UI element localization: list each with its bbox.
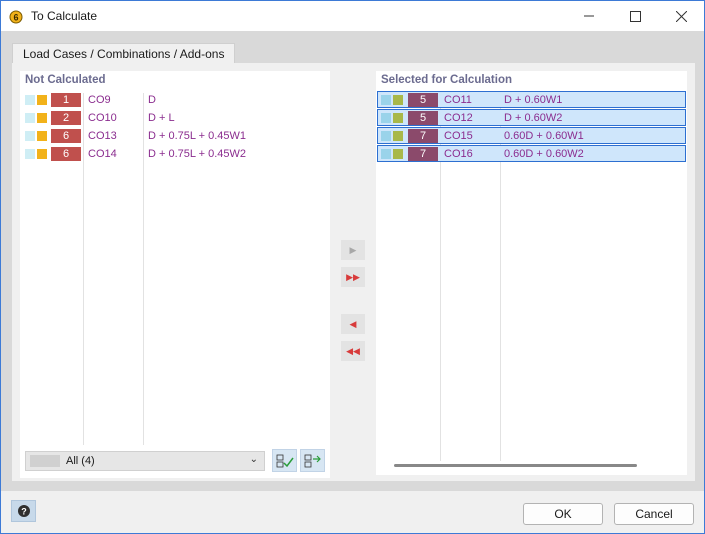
item-formula: 0.60D + 0.60W2 <box>504 148 584 160</box>
item-formula: D <box>148 94 156 106</box>
status-swatch <box>393 95 403 105</box>
tab-load-cases[interactable]: Load Cases / Combinations / Add-ons <box>12 43 236 64</box>
list-item[interactable]: 7 CO15 0.60D + 0.60W1 <box>377 127 686 144</box>
close-button[interactable] <box>658 1 704 31</box>
horizontal-scrollbar[interactable] <box>394 464 637 467</box>
title-bar: 6 To Calculate <box>1 1 704 31</box>
help-icon: ? <box>17 505 30 517</box>
item-formula: D + 0.60W2 <box>504 112 563 124</box>
type-swatch <box>381 131 391 141</box>
item-name: CO16 <box>444 148 473 160</box>
not-calculated-title: Not Calculated <box>25 74 106 86</box>
to-calculate-dialog: 6 To Calculate Load Cases / Combinations… <box>0 0 705 534</box>
item-formula: D + 0.75L + 0.45W2 <box>148 148 247 160</box>
item-name: CO11 <box>444 94 472 106</box>
status-swatch <box>393 113 403 123</box>
status-swatch <box>37 95 47 105</box>
item-name: CO12 <box>444 112 473 124</box>
type-swatch <box>381 113 391 123</box>
item-number: 7 <box>408 147 438 161</box>
maximize-button[interactable] <box>612 1 658 31</box>
status-swatch <box>37 131 47 141</box>
type-swatch <box>381 149 391 159</box>
item-number: 5 <box>408 93 438 107</box>
tab-page: Not Calculated 1 CO9 D 2 CO10 D + L 6 CO… <box>12 63 695 481</box>
selected-for-calculation-panel: Selected for Calculation 5 CO11 D + 0.60… <box>376 71 687 475</box>
item-number: 1 <box>51 93 81 107</box>
list-item[interactable]: 2 CO10 D + L <box>20 110 330 127</box>
svg-text:6: 6 <box>13 13 18 23</box>
item-formula: D + L <box>148 112 175 124</box>
filter-swatch <box>30 455 60 467</box>
list-item[interactable]: 7 CO16 0.60D + 0.60W2 <box>377 145 686 162</box>
item-number: 5 <box>408 111 438 125</box>
app-icon: 6 <box>9 10 23 24</box>
list-item[interactable]: 6 CO14 D + 0.75L + 0.45W2 <box>20 146 330 163</box>
minimize-button[interactable] <box>566 1 612 31</box>
item-formula: D + 0.75L + 0.45W1 <box>148 130 247 142</box>
item-name: CO15 <box>444 130 473 142</box>
item-formula: 0.60D + 0.60W1 <box>504 130 584 142</box>
remove-button[interactable]: ◀ <box>341 314 365 334</box>
item-formula: D + 0.60W1 <box>504 94 563 106</box>
type-swatch <box>25 131 35 141</box>
item-name: CO14 <box>88 148 117 160</box>
type-swatch <box>381 95 391 105</box>
cancel-button[interactable]: Cancel <box>614 503 694 525</box>
item-name: CO9 <box>88 94 111 106</box>
minimize-icon <box>584 15 594 17</box>
help-button[interactable]: ? <box>11 500 36 522</box>
status-swatch <box>37 149 47 159</box>
item-number: 7 <box>408 129 438 143</box>
not-calculated-panel: Not Calculated 1 CO9 D 2 CO10 D + L 6 CO… <box>20 71 330 478</box>
list-item[interactable]: 5 CO11 D + 0.60W1 <box>377 91 686 108</box>
type-swatch <box>25 149 35 159</box>
window-title: To Calculate <box>31 9 98 23</box>
add-button[interactable]: ▶ <box>341 240 365 260</box>
dialog-content: Load Cases / Combinations / Add-ons Not … <box>1 31 704 491</box>
select-all-button[interactable] <box>272 449 297 472</box>
add-all-button[interactable]: ▶▶ <box>341 267 365 287</box>
selected-title: Selected for Calculation <box>381 74 513 86</box>
swap-selection-icon <box>304 454 321 467</box>
item-name: CO10 <box>88 112 117 124</box>
chevron-down-icon: ⌄ <box>249 454 258 465</box>
list-item[interactable]: 1 CO9 D <box>20 92 330 109</box>
filter-dropdown[interactable]: All (4) ⌄ <box>25 451 265 471</box>
item-number: 2 <box>51 111 81 125</box>
type-swatch <box>25 95 35 105</box>
dialog-footer: ? OK Cancel <box>1 491 704 533</box>
close-icon <box>675 10 687 22</box>
svg-text:?: ? <box>21 507 27 517</box>
list-item[interactable]: 6 CO13 D + 0.75L + 0.45W1 <box>20 128 330 145</box>
type-swatch <box>25 113 35 123</box>
checklist-icon <box>276 454 294 467</box>
list-item[interactable]: 5 CO12 D + 0.60W2 <box>377 109 686 126</box>
item-name: CO13 <box>88 130 117 142</box>
invert-selection-button[interactable] <box>300 449 325 472</box>
remove-all-button[interactable]: ◀◀ <box>341 341 365 361</box>
item-number: 6 <box>51 129 81 143</box>
status-swatch <box>37 113 47 123</box>
item-number: 6 <box>51 147 81 161</box>
ok-button[interactable]: OK <box>523 503 603 525</box>
status-swatch <box>393 131 403 141</box>
status-swatch <box>393 149 403 159</box>
maximize-icon <box>629 10 641 22</box>
filter-value: All (4) <box>66 455 95 467</box>
